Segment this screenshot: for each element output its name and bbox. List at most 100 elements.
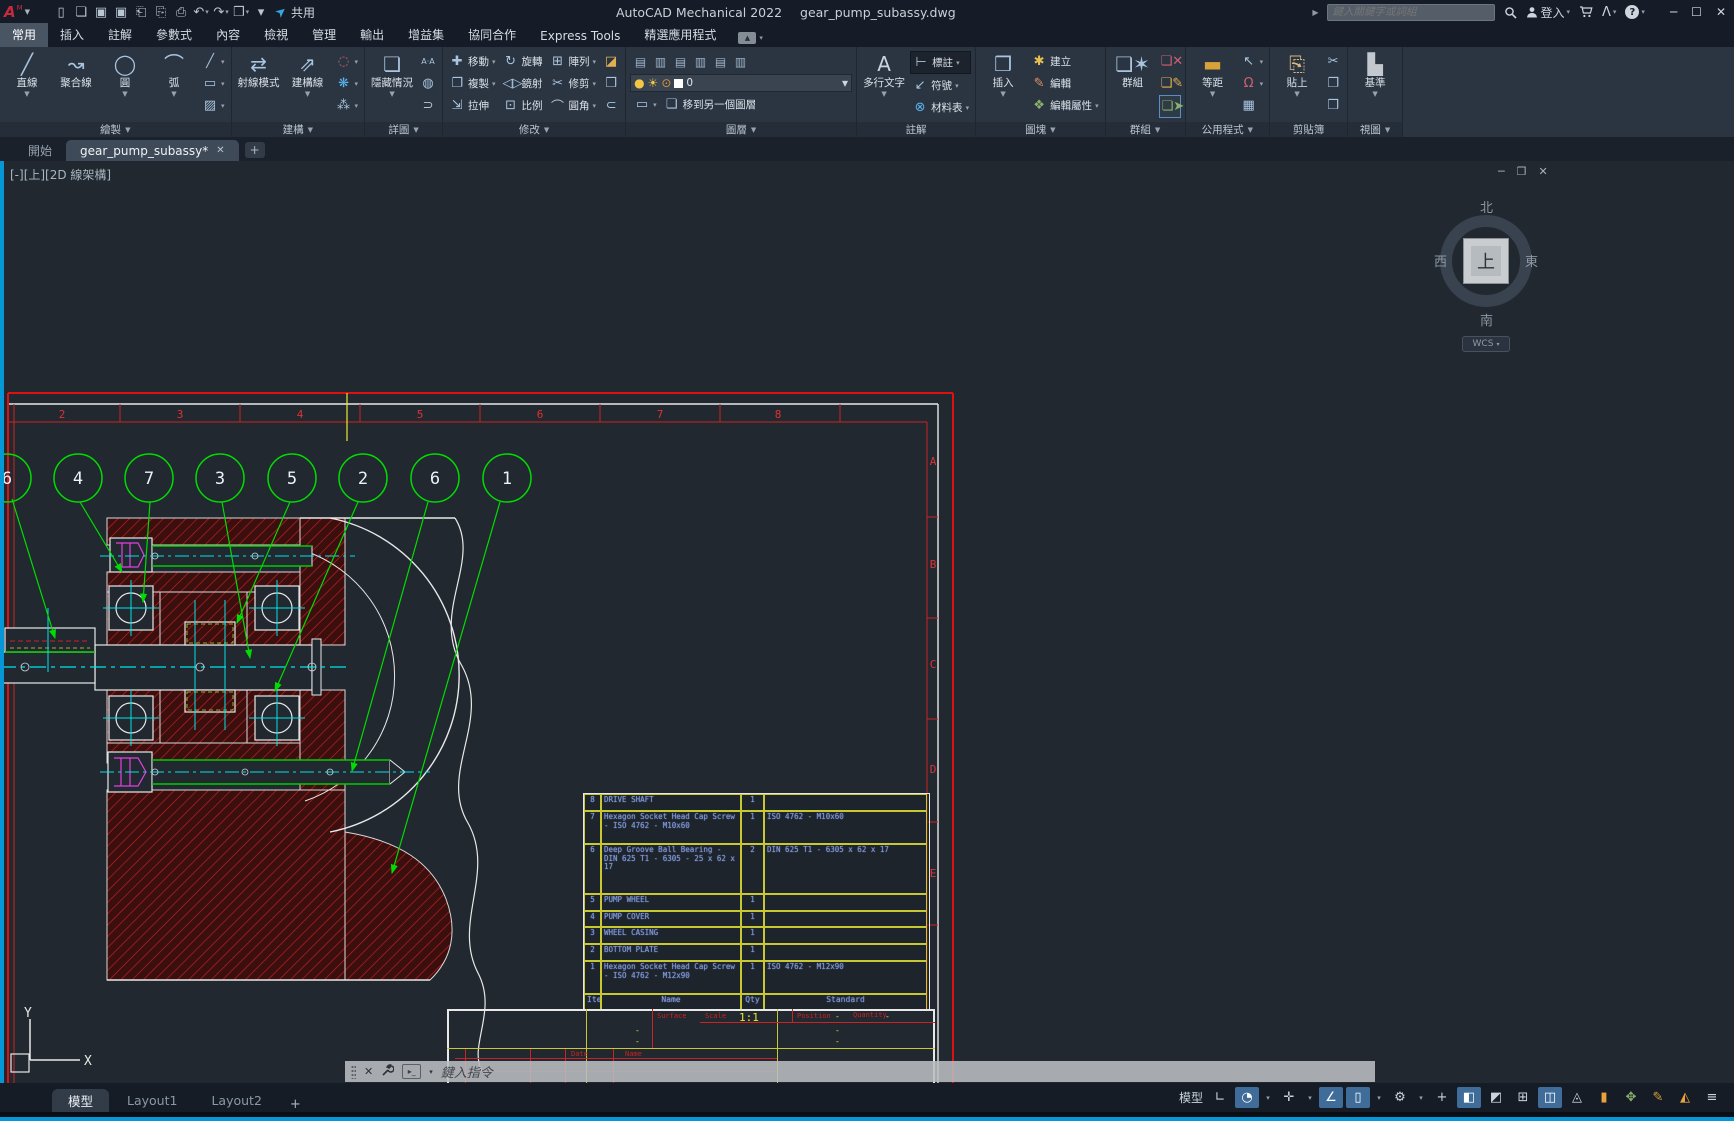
- dynamic-input-icon[interactable]: ▯: [1346, 1087, 1370, 1108]
- mtext-button[interactable]: A多行文字▼: [861, 49, 907, 122]
- panel-label-0[interactable]: 繪製▼: [0, 122, 231, 137]
- layout-tab-2[interactable]: Layout2: [195, 1089, 277, 1112]
- minimize-button[interactable]: ─: [1670, 5, 1677, 19]
- drawing-restore-button[interactable]: ❐: [1517, 165, 1527, 178]
- trace-icon[interactable]: ▮: [1592, 1087, 1616, 1108]
- balloon-number-2[interactable]: 7: [144, 469, 154, 489]
- model-space-toggle[interactable]: 模型: [1177, 1087, 1205, 1108]
- measure-button[interactable]: ▬等距▼: [1190, 49, 1236, 122]
- center-circle-icon[interactable]: ◌▾: [334, 51, 361, 72]
- balloon-number-5[interactable]: 2: [358, 469, 368, 489]
- graphics-performance-icon[interactable]: ✎: [1646, 1087, 1670, 1108]
- ribbon-tab-2[interactable]: 註解: [96, 23, 144, 47]
- balloon-number-1[interactable]: 4: [73, 469, 83, 489]
- workspace-menu-chevron[interactable]: ▾: [1415, 1087, 1427, 1108]
- point-icon[interactable]: ❋▾: [334, 73, 361, 94]
- balloon-number-7[interactable]: 1: [502, 469, 512, 489]
- explode-icon[interactable]: ❒: [601, 73, 621, 94]
- crosshair-icon[interactable]: +: [1430, 1087, 1454, 1108]
- command-customize-wrench-icon[interactable]: [381, 1064, 394, 1080]
- panel-label-10[interactable]: 視圖▼: [1348, 122, 1402, 137]
- bom-row-3[interactable]: 3WHEEL CASING1: [584, 927, 929, 944]
- layer-color-swatch[interactable]: [674, 79, 683, 88]
- ribbon-tab-5[interactable]: 檢視: [252, 23, 300, 47]
- trim-button[interactable]: ✂修剪▾: [548, 73, 599, 94]
- drawing-close-button[interactable]: ✕: [1539, 165, 1548, 178]
- erase-icon[interactable]: ◪: [601, 51, 621, 72]
- dyninput-menu-chevron[interactable]: ▾: [1373, 1087, 1385, 1108]
- redo-icon[interactable]: ↷▾: [212, 2, 230, 22]
- stretch-button[interactable]: ⇲拉伸: [447, 95, 498, 116]
- lock-position-icon[interactable]: ⊞: [1511, 1087, 1535, 1108]
- fillet-button[interactable]: ⌒圓角▾: [548, 95, 599, 116]
- zone-letter-B[interactable]: B: [930, 558, 937, 571]
- command-line-bar[interactable]: ✕ ▸_ ▾ 鍵入指令: [345, 1061, 1375, 1082]
- file-tab-start[interactable]: 開始: [14, 140, 66, 161]
- cut-icon[interactable]: ✂: [1323, 51, 1343, 72]
- panel-label-1[interactable]: 建構▼: [232, 122, 365, 137]
- close-button[interactable]: ✕: [1716, 5, 1726, 19]
- balloon-number-4[interactable]: 5: [287, 469, 297, 489]
- search-collapse-icon[interactable]: ▶: [1312, 8, 1318, 17]
- layout-tab-1[interactable]: Layout1: [111, 1089, 193, 1112]
- zone-number-2[interactable]: 2: [59, 408, 66, 421]
- panel-label-4[interactable]: 圖層▼: [626, 122, 856, 137]
- bom-row-8[interactable]: 8DRIVE SHAFT1: [584, 794, 929, 811]
- array-button[interactable]: ⊞陣列▾: [548, 51, 599, 72]
- viewcube-north[interactable]: 北: [1480, 197, 1493, 216]
- edit-attributes-button[interactable]: ❖編輯屬性▾: [1029, 95, 1101, 116]
- snap-menu-chevron[interactable]: ▾: [1262, 1087, 1274, 1108]
- construction-lines-button[interactable]: ⇗建構線▼: [285, 49, 331, 122]
- bom-row-5[interactable]: 5PUMP WHEEL1: [584, 894, 929, 911]
- undo-icon[interactable]: ↶▾: [192, 2, 210, 22]
- balloon-number-6[interactable]: 6: [430, 469, 440, 489]
- group-button[interactable]: ❏✶群組: [1110, 49, 1156, 122]
- layer-off-icon[interactable]: ▥: [732, 55, 749, 69]
- hide-edge-icon[interactable]: ⊃: [418, 95, 438, 116]
- viewcube[interactable]: 北 西 東 上 南 WCS▾: [1434, 197, 1538, 357]
- panel-label-5[interactable]: 註解: [857, 122, 975, 137]
- detail-view-icon[interactable]: ◍: [418, 73, 438, 94]
- parts-list-table[interactable]: 8DRIVE SHAFT17Hexagon Socket Head Cap Sc…: [583, 793, 930, 1011]
- recent-commands-chevron[interactable]: ▾: [429, 1068, 433, 1076]
- save-as-icon[interactable]: ▣: [112, 2, 130, 22]
- command-input[interactable]: 鍵入指令: [441, 1062, 493, 1081]
- signin-button[interactable]: 登入 ▾: [1526, 4, 1570, 21]
- save-icon[interactable]: ▣: [92, 2, 110, 22]
- ribbon-tab-6[interactable]: 管理: [300, 23, 348, 47]
- open-file-icon[interactable]: ❏: [72, 2, 90, 22]
- ribbon-tab-10[interactable]: Express Tools: [528, 26, 632, 47]
- panel-label-8[interactable]: 公用程式▼: [1186, 122, 1270, 137]
- layout-tab-0[interactable]: 模型: [52, 1089, 109, 1112]
- ribbon-tab-7[interactable]: 輸出: [348, 23, 396, 47]
- layer-unisolate-icon[interactable]: ▥: [692, 55, 709, 69]
- panel-label-9[interactable]: 剪貼簿: [1270, 122, 1347, 137]
- ribbon-collapse-button[interactable]: ▲▾: [738, 32, 763, 44]
- dimension-button[interactable]: ⊢標註▾: [910, 51, 971, 74]
- customize-menu-icon[interactable]: ≡: [1700, 1087, 1724, 1108]
- hide-situation-button[interactable]: ❏隱藏情況▼: [369, 49, 415, 122]
- ungroup-icon[interactable]: ❏✕: [1159, 51, 1181, 72]
- zone-number-8[interactable]: 8: [775, 408, 782, 421]
- share-button[interactable]: ➤ 共用: [276, 4, 315, 21]
- calculator-icon[interactable]: ▦: [1239, 95, 1266, 116]
- plot-icon[interactable]: ⎙: [172, 2, 190, 22]
- viewcube-south[interactable]: 南: [1480, 310, 1493, 329]
- qat-customize-icon[interactable]: ▾: [252, 2, 270, 22]
- rectangle-icon[interactable]: ▭▾: [200, 73, 227, 94]
- file-tab-drawing[interactable]: gear_pump_subassy* ✕: [66, 140, 239, 161]
- command-bar-grip[interactable]: [351, 1065, 356, 1079]
- new-drawing-tab-button[interactable]: +: [245, 142, 265, 158]
- layer-properties-icon[interactable]: ▤: [632, 55, 649, 69]
- balloon-number-3[interactable]: 3: [215, 469, 225, 489]
- layer-dropdown-chevron[interactable]: ▾: [842, 76, 848, 90]
- polyline-button[interactable]: ↝聚合線: [53, 49, 99, 122]
- paste-button[interactable]: ⎘貼上▼: [1274, 49, 1320, 122]
- ribbon-tab-4[interactable]: 內容: [204, 23, 252, 47]
- balloon-leader-6[interactable]: [352, 502, 428, 771]
- zone-number-3[interactable]: 3: [177, 408, 184, 421]
- zone-number-6[interactable]: 6: [537, 408, 544, 421]
- panel-label-7[interactable]: 群組▼: [1106, 122, 1185, 137]
- layer-dropdown[interactable]: ●☀⊙0▾: [630, 74, 852, 92]
- panel-label-3[interactable]: 修改▼: [443, 122, 625, 137]
